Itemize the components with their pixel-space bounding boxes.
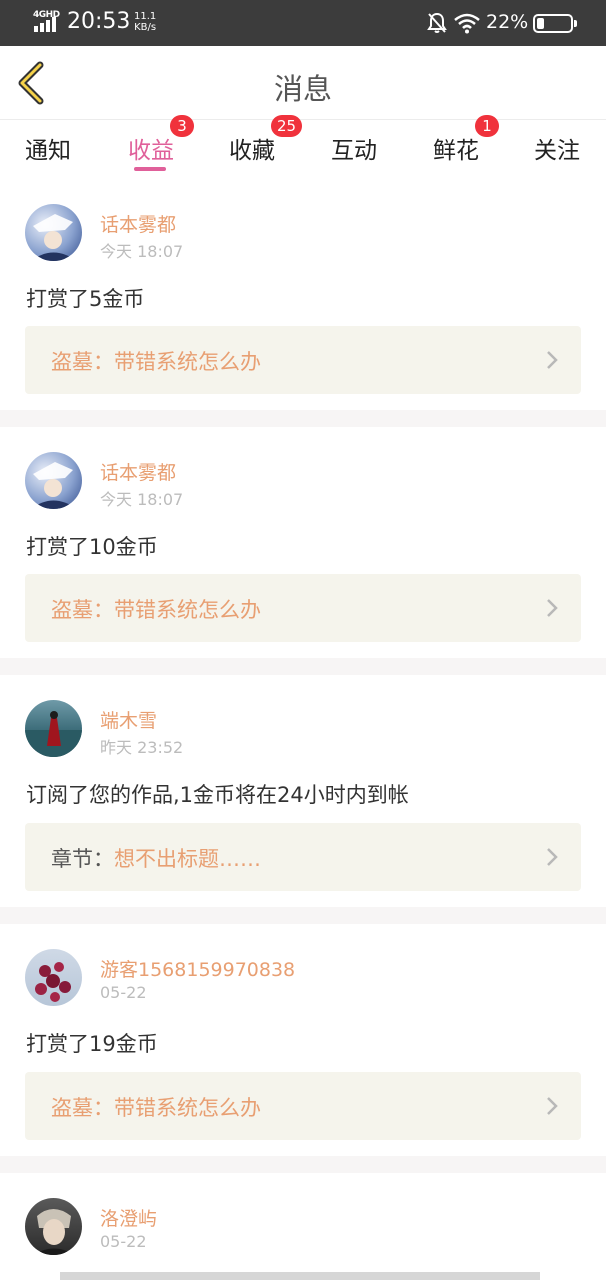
message-card: 游客1568159970838 05-22 打赏了19金币 盗墓：带错系统怎么办 [0,924,606,1156]
ref-label: 盗墓： [51,598,114,622]
wifi-icon [454,13,480,34]
earnings-count-badge: 3 [170,115,194,137]
chevron-right-icon [547,1097,558,1115]
ref-label: 盗墓： [51,350,114,374]
message-card: 话本雾都 今天 18:07 打赏了5金币 盗墓：带错系统怎么办 [0,179,606,410]
ref-title: 带错系统怎么办 [114,350,261,374]
message-card: 话本雾都 今天 18:07 打赏了10金币 盗墓：带错系统怎么办 [0,427,606,658]
message-text: 打赏了10金币 [26,535,158,559]
network-speed-value: 11.1 [134,11,157,22]
work-reference-link[interactable]: 盗墓：带错系统怎么办 [25,1072,581,1140]
chevron-right-icon [547,351,558,369]
tab-interactions[interactable]: 互动 [309,131,399,165]
tab-label: 关注 [534,138,580,164]
tab-bar: 通知 收益 3 收藏 25 互动 鲜花 1 关注 [0,115,606,179]
avatar[interactable] [25,204,82,261]
avatar[interactable] [25,1198,82,1255]
battery-percent: 22% [486,11,529,33]
work-reference-text: 盗墓：带错系统怎么办 [51,346,261,376]
sender-name[interactable]: 端木雪 [100,706,157,733]
active-tab-indicator [134,167,166,171]
message-card: 洛澄屿 05-22 [0,1173,606,1280]
app-header: 消息 [0,46,606,120]
truncated-message-text [60,1272,540,1280]
status-bar: 4GHD 20:53 11.1 KB/s 22% [0,0,606,46]
divider [0,907,606,924]
page-title: 消息 [273,72,332,106]
tab-following[interactable]: 关注 [512,131,602,165]
network-speed: 11.1 KB/s [134,11,156,33]
work-reference-link[interactable]: 盗墓：带错系统怎么办 [25,574,581,642]
message-time: 昨天 23:52 [100,738,184,757]
battery-icon [533,14,577,33]
message-time: 05-22 [100,983,147,1002]
divider [0,658,606,675]
message-text: 打赏了19金币 [26,1032,158,1056]
sender-name[interactable]: 话本雾都 [100,458,176,485]
avatar[interactable] [25,949,82,1006]
mute-bell-icon [427,12,447,33]
work-reference-link[interactable]: 盗墓：带错系统怎么办 [25,326,581,394]
divider [0,410,606,427]
tab-notifications[interactable]: 通知 [3,131,93,165]
ref-title: 想不出标题…… [114,847,261,871]
sender-name[interactable]: 话本雾都 [100,210,176,237]
tab-label: 收益 [128,138,174,164]
flowers-count-badge: 1 [475,115,499,137]
cellular-signal-icon: 4GHD [32,10,60,34]
message-time: 今天 18:07 [100,490,184,509]
message-time: 05-22 [100,1232,147,1251]
message-time: 今天 18:07 [100,242,184,261]
chevron-right-icon [547,599,558,617]
chapter-reference-link[interactable]: 章节：想不出标题…… [25,823,581,891]
clock: 20:53 [67,9,131,34]
avatar[interactable] [25,452,82,509]
work-reference-text: 盗墓：带错系统怎么办 [51,594,261,624]
work-reference-text: 盗墓：带错系统怎么办 [51,1092,261,1122]
tab-label: 鲜花 [433,138,479,164]
tab-label: 通知 [25,138,71,164]
tab-label: 收藏 [229,138,275,164]
ref-title: 带错系统怎么办 [114,598,261,622]
network-speed-unit: KB/s [134,22,157,33]
ref-label: 章节： [51,847,114,871]
message-card: 端木雪 昨天 23:52 订阅了您的作品,1金币将在24小时内到帐 章节：想不出… [0,675,606,907]
divider [0,1156,606,1173]
tab-label: 互动 [331,138,377,164]
favorites-count-badge: 25 [271,115,303,137]
message-text: 打赏了5金币 [26,287,145,311]
ref-title: 带错系统怎么办 [114,1096,261,1120]
message-text: 订阅了您的作品,1金币将在24小时内到帐 [26,783,409,807]
chapter-reference-text: 章节：想不出标题…… [51,843,261,873]
chevron-right-icon [547,848,558,866]
ref-label: 盗墓： [51,1096,114,1120]
sender-name[interactable]: 洛澄屿 [100,1204,157,1231]
avatar[interactable] [25,700,82,757]
sender-name[interactable]: 游客1568159970838 [100,955,295,982]
